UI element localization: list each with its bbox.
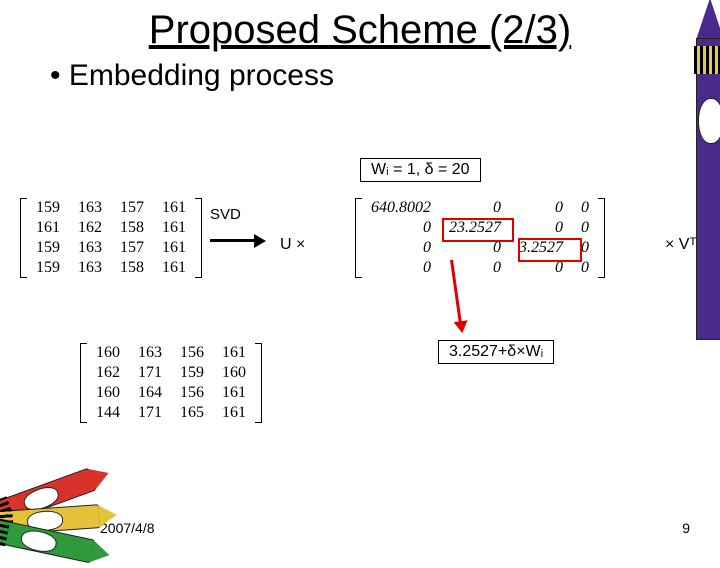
bullet-embedding: • Embedding process bbox=[50, 59, 720, 93]
matrix-cell: 160 bbox=[87, 383, 129, 403]
matrix-cell: 163 bbox=[69, 198, 111, 218]
matrix-cell: 161 bbox=[213, 343, 255, 363]
matrix-cell: 161 bbox=[153, 258, 195, 278]
matrix-cell: 161 bbox=[153, 218, 195, 238]
matrix-cell: 159 bbox=[171, 363, 213, 383]
matrix-cell: 158 bbox=[111, 218, 153, 238]
matrix-cell: 161 bbox=[213, 383, 255, 403]
matrix-cell: 160 bbox=[87, 343, 129, 363]
matrix-cell: 156 bbox=[171, 343, 213, 363]
arrow-svd-icon bbox=[210, 236, 266, 244]
matrix-cell: 0 bbox=[572, 238, 598, 258]
matrix-cell: 159 bbox=[27, 198, 69, 218]
svd-label: SVD bbox=[210, 206, 241, 223]
bullet-text: Embedding process bbox=[69, 59, 334, 92]
matrix-cell: 3.2527 bbox=[510, 238, 572, 258]
formula-box: 3.2527+δ×Wᵢ bbox=[438, 340, 554, 364]
page-number: 9 bbox=[682, 520, 690, 536]
slide-title: Proposed Scheme (2/3) bbox=[0, 8, 720, 53]
matrix-cell: 171 bbox=[129, 363, 171, 383]
matrix-cell: 163 bbox=[69, 238, 111, 258]
matrix-cell: 0 bbox=[572, 258, 598, 278]
matrix-cell: 162 bbox=[87, 363, 129, 383]
matrix-cell: 159 bbox=[27, 238, 69, 258]
u-times-label: U × bbox=[280, 236, 305, 254]
matrix-cell: 163 bbox=[129, 343, 171, 363]
matrix-cell: 164 bbox=[129, 383, 171, 403]
matrix-cell: 0 bbox=[362, 238, 440, 258]
matrix-cell: 156 bbox=[171, 383, 213, 403]
matrix-S: 640.8002000023.252700003.252700000 bbox=[355, 198, 605, 278]
matrix-cell: 0 bbox=[510, 258, 572, 278]
matrix-input-A: 1591631571611611621581611591631571611591… bbox=[20, 198, 202, 278]
matrix-cell: 165 bbox=[171, 403, 213, 423]
matrix-cell: 0 bbox=[572, 218, 598, 238]
matrix-cell: 171 bbox=[129, 403, 171, 423]
matrix-cell: 162 bbox=[69, 218, 111, 238]
matrix-cell: 0 bbox=[362, 218, 440, 238]
matrix-cell: 0 bbox=[362, 258, 440, 278]
matrix-cell: 0 bbox=[440, 238, 510, 258]
matrix-cell: 160 bbox=[213, 363, 255, 383]
matrix-output-B: 1601631561611621711591601601641561611441… bbox=[80, 343, 262, 423]
matrix-cell: 157 bbox=[111, 238, 153, 258]
matrix-cell: 161 bbox=[153, 238, 195, 258]
matrix-cell: 640.8002 bbox=[362, 198, 440, 218]
crayons-corner-icon bbox=[0, 438, 130, 558]
matrix-cell: 0 bbox=[440, 198, 510, 218]
matrix-cell: 163 bbox=[69, 258, 111, 278]
matrix-cell: 161 bbox=[213, 403, 255, 423]
matrix-cell: 161 bbox=[27, 218, 69, 238]
matrix-cell: 159 bbox=[27, 258, 69, 278]
matrix-cell: 0 bbox=[572, 198, 598, 218]
matrix-cell: 0 bbox=[510, 218, 572, 238]
crayon-purple-icon bbox=[692, 0, 720, 338]
matrix-cell: 161 bbox=[153, 198, 195, 218]
matrix-cell: 144 bbox=[87, 403, 129, 423]
matrix-cell: 23.2527 bbox=[440, 218, 510, 238]
matrix-cell: 157 bbox=[111, 198, 153, 218]
params-box: Wᵢ = 1, δ = 20 bbox=[360, 158, 481, 182]
matrix-cell: 0 bbox=[510, 198, 572, 218]
matrix-cell: 158 bbox=[111, 258, 153, 278]
